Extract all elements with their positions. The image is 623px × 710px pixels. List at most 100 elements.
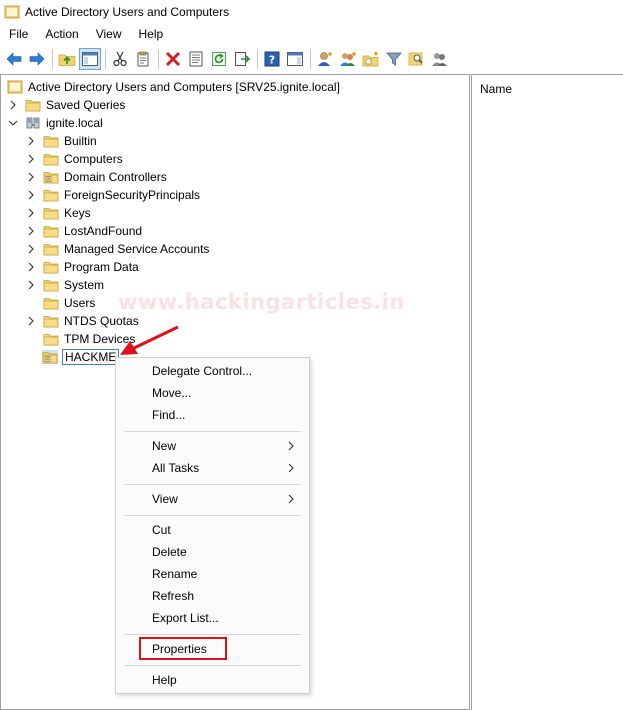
submenu-arrow-icon (288, 463, 294, 473)
details-pane[interactable]: Name (471, 74, 623, 710)
tree-item-system[interactable]: System (25, 276, 105, 294)
find-icon[interactable] (406, 48, 428, 70)
menu-item-label: View (152, 492, 178, 506)
chevron-right-icon[interactable] (25, 189, 37, 201)
folder-icon (25, 98, 41, 112)
up-folder-icon[interactable] (56, 48, 78, 70)
menu-action[interactable]: Action (36, 27, 86, 41)
menu-item-label: Delete (152, 545, 187, 559)
tree-item-builtin[interactable]: Builtin (25, 132, 98, 150)
action-pane-icon[interactable] (284, 48, 306, 70)
menu-separator (124, 484, 301, 485)
menu-item-label: Refresh (152, 589, 195, 603)
menu-item-rename[interactable]: Rename (116, 564, 309, 584)
tree-item-keys[interactable]: Keys (25, 204, 92, 222)
new-group-icon[interactable] (337, 48, 359, 70)
chevron-right-icon[interactable] (25, 135, 37, 147)
menu-view[interactable]: View (87, 27, 130, 41)
tree-item-users[interactable]: Users (43, 294, 96, 312)
tree-item-lost-and-found[interactable]: LostAndFound (25, 222, 143, 240)
menu-help[interactable]: Help (130, 27, 172, 41)
help-icon[interactable]: ? (261, 48, 283, 70)
tree-item-computers[interactable]: Computers (25, 150, 124, 168)
chevron-right-icon[interactable] (25, 279, 37, 291)
show-hide-console-tree-icon[interactable] (79, 47, 101, 70)
menu-item-label: Move... (152, 386, 192, 400)
folder-icon (43, 260, 59, 274)
tree-item-label: HACKME (62, 349, 120, 365)
delete-icon[interactable] (162, 48, 184, 70)
chevron-right-icon[interactable] (25, 243, 37, 255)
toolbar-separator (310, 48, 311, 69)
properties-sheet-icon[interactable] (185, 48, 207, 70)
menu-item-cut[interactable]: Cut (116, 520, 309, 540)
tree-item-saved-queries[interactable]: Saved Queries (7, 96, 126, 114)
tree-item-label: ForeignSecurityPrincipals (64, 188, 201, 202)
tree-item-managed-service-accounts[interactable]: Managed Service Accounts (25, 240, 210, 258)
name-column-header[interactable]: Name (480, 82, 512, 96)
add-to-group-icon[interactable] (429, 48, 451, 70)
ou-folder-icon (42, 350, 58, 364)
menu-item-find[interactable]: Find... (116, 405, 309, 425)
folder-icon (43, 296, 59, 310)
menu-separator (124, 665, 301, 666)
filter-icon[interactable] (383, 48, 405, 70)
tree-item-label: Keys (64, 206, 91, 220)
menu-item-delegate-control[interactable]: Delegate Control... (116, 361, 309, 381)
submenu-arrow-icon (288, 441, 294, 451)
folder-icon (43, 188, 59, 202)
cut-icon[interactable] (109, 48, 131, 70)
menu-item-label: New (152, 439, 177, 453)
tree-root-label: Active Directory Users and Computers [SR… (28, 80, 340, 94)
toolbar-separator (257, 48, 258, 69)
chevron-right-icon[interactable] (25, 315, 37, 327)
chevron-down-icon[interactable] (7, 117, 19, 129)
tree-item-label: ignite.local (46, 116, 103, 130)
new-ou-icon[interactable] (360, 48, 382, 70)
svg-text:?: ? (269, 53, 275, 66)
menu-file[interactable]: File (0, 27, 36, 41)
chevron-right-icon[interactable] (25, 171, 37, 183)
tree-item-domain-controllers[interactable]: Domain Controllers (25, 168, 168, 186)
chevron-right-icon[interactable] (25, 153, 37, 165)
chevron-right-icon[interactable] (25, 225, 37, 237)
menu-item-label: Find... (152, 408, 186, 422)
menu-item-export-list[interactable]: Export List... (116, 608, 309, 628)
menu-item-move[interactable]: Move... (116, 383, 309, 403)
chevron-right-icon[interactable] (7, 99, 19, 111)
menu-item-all-tasks[interactable]: All Tasks (116, 458, 309, 478)
folder-icon (43, 332, 59, 346)
folder-icon (43, 224, 59, 238)
folder-icon (43, 206, 59, 220)
menu-item-help[interactable]: Help (116, 670, 309, 690)
tree-root[interactable]: Active Directory Users and Computers [SR… (7, 78, 341, 96)
toolbar-separator (158, 48, 159, 69)
export-list-icon[interactable] (231, 48, 253, 70)
menu-item-new[interactable]: New (116, 436, 309, 456)
ad-users-computers-app-icon (4, 5, 20, 19)
toolbar-separator (105, 48, 106, 69)
submenu-arrow-icon (288, 494, 294, 504)
properties-highlight-box (139, 637, 227, 660)
menu-item-delete[interactable]: Delete (116, 542, 309, 562)
menu-item-refresh[interactable]: Refresh (116, 586, 309, 606)
window-title: Active Directory Users and Computers (25, 5, 230, 19)
back-arrow-icon[interactable] (3, 48, 25, 70)
tree-item-program-data[interactable]: Program Data (25, 258, 140, 276)
chevron-right-icon[interactable] (25, 261, 37, 273)
tree-item-domain[interactable]: ignite.local (7, 114, 104, 132)
tree-item-label: Builtin (64, 134, 97, 148)
tree-item-foreign-security-principals[interactable]: ForeignSecurityPrincipals (25, 186, 201, 204)
menu-bar: File Action View Help (0, 24, 623, 44)
menu-item-label: Delegate Control... (152, 364, 253, 378)
menu-item-view[interactable]: View (116, 489, 309, 509)
copy-icon[interactable] (132, 48, 154, 70)
new-user-icon[interactable] (314, 48, 336, 70)
domain-icon (26, 117, 40, 129)
tree-item-hackme[interactable]: HACKME (42, 348, 120, 366)
menu-item-label: Rename (152, 567, 198, 581)
forward-arrow-icon[interactable] (26, 48, 48, 70)
chevron-right-icon[interactable] (25, 207, 37, 219)
refresh-icon[interactable] (208, 48, 230, 70)
menu-item-label: Export List... (152, 611, 219, 625)
